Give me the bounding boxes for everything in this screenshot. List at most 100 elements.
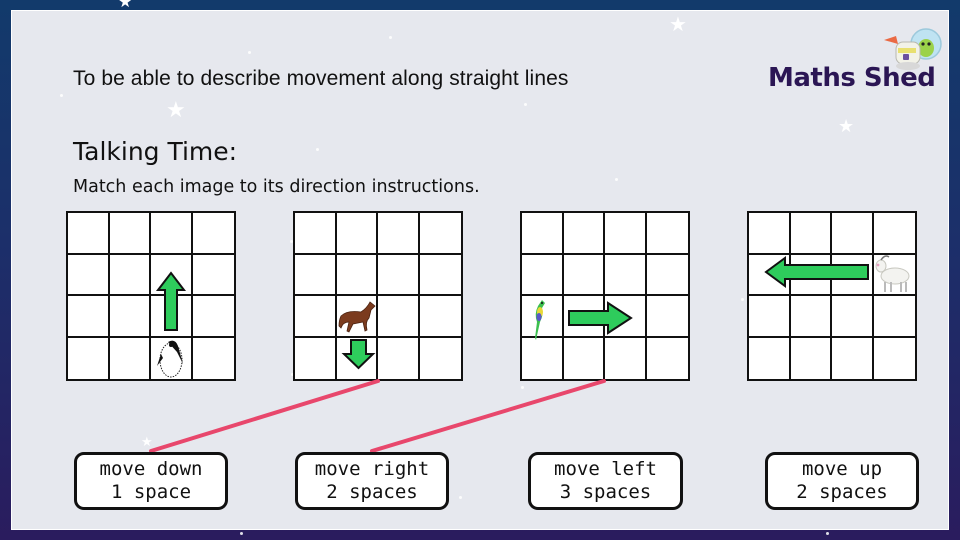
grid-cell: [378, 213, 420, 255]
goat-grid: [747, 211, 917, 381]
star-dot: [826, 532, 829, 535]
card-line-1: move up: [801, 458, 883, 480]
grid-cell: [646, 296, 688, 338]
grid-cell: [749, 213, 791, 255]
star-icon: ★: [166, 98, 186, 123]
grid-cell: [790, 254, 832, 296]
grid-cell: [419, 213, 461, 255]
grid-cell: [337, 337, 378, 379]
grid-cell: [605, 213, 647, 255]
card-line-2: 3 spaces: [559, 481, 652, 503]
grid-cell: [378, 296, 420, 338]
card-line-1: move right: [314, 458, 430, 480]
star-icon: ★: [118, 0, 133, 11]
grid-cell: [873, 255, 915, 296]
horse-grid: [293, 211, 463, 381]
grid-cell: [646, 255, 688, 296]
card-move-left-3[interactable]: move left 3 spaces: [528, 452, 683, 510]
grid-cell: [109, 213, 151, 255]
star-dot: [240, 532, 243, 535]
grid-cell: [419, 296, 461, 338]
grid-cell: [192, 296, 234, 338]
grid-cell: [873, 213, 915, 255]
star-dot: [389, 36, 392, 39]
grid-cell: [378, 337, 420, 379]
card-line-1: move down: [99, 458, 203, 480]
grid-cell: [336, 254, 378, 296]
grid-cell: [68, 296, 110, 338]
penguin-grid: [66, 211, 236, 381]
star-dot: [615, 178, 618, 181]
grid-cell: [420, 338, 462, 380]
grid-cell: [522, 213, 564, 255]
grid-cell: [295, 296, 337, 338]
grid-cell: [749, 254, 791, 296]
grid-cell: [68, 254, 110, 296]
grid-cell: [192, 213, 234, 255]
star-dot: [459, 496, 462, 499]
star-icon: ★: [669, 12, 687, 36]
grid-cell: [791, 337, 832, 379]
section-heading: Talking Time:: [73, 137, 238, 166]
grid-cell: [605, 337, 647, 379]
star-dot: [60, 94, 63, 97]
grid-cell: [646, 213, 688, 255]
star-dot: [521, 386, 524, 389]
star-dot: [316, 148, 319, 151]
grid-cell: [151, 213, 193, 255]
grid-cell: [647, 338, 689, 380]
grid-cell: [151, 254, 193, 296]
grid-cell: [563, 296, 605, 338]
grid-cell: [110, 337, 151, 379]
grid-cell: [563, 213, 605, 255]
grid-cell: [790, 296, 832, 338]
card-move-up-2[interactable]: move up 2 spaces: [765, 452, 919, 510]
grid-cell: [192, 255, 234, 296]
grid-cell: [378, 254, 420, 296]
grid-cell: [605, 254, 647, 296]
star-dot: [741, 298, 744, 301]
grid-cell: [749, 337, 791, 379]
star-dot: [248, 51, 251, 54]
card-line-2: 2 spaces: [796, 481, 888, 503]
grid-cell: [68, 337, 110, 379]
star-icon: ★: [838, 116, 855, 137]
grid-cell: [790, 213, 832, 255]
grid-cell: [522, 337, 564, 379]
grid-cell: [419, 255, 461, 296]
grid-cell: [749, 296, 791, 338]
parrot-grid: [520, 211, 690, 381]
star-icon: ★: [141, 435, 153, 450]
grid-cell: [109, 296, 151, 338]
grid-cell: [295, 337, 337, 379]
grid-cell: [295, 254, 337, 296]
grid-cell: [832, 337, 874, 379]
grid-cell: [874, 338, 916, 380]
grid-cell: [295, 213, 337, 255]
grid-cell: [151, 296, 193, 338]
grid-cell: [336, 213, 378, 255]
card-line-2: 1 space: [110, 481, 192, 503]
grid-cell: [336, 296, 378, 338]
grid-cell: [151, 337, 193, 379]
grid-cell: [832, 254, 874, 296]
grid-cell: [832, 296, 874, 338]
grid-cell: [193, 338, 235, 380]
grid-cell: [68, 213, 110, 255]
maths-shed-logo: Maths Shed: [768, 63, 936, 93]
card-line-2: 2 spaces: [326, 481, 418, 503]
card-line-1: move left: [554, 458, 657, 480]
task-instruction: Match each image to its direction instru…: [73, 177, 480, 197]
star-dot: [524, 103, 527, 106]
grid-cell: [564, 337, 605, 379]
learning-objective: To be able to describe movement along st…: [73, 67, 569, 90]
grid-cell: [522, 296, 564, 338]
grid-cell: [109, 254, 151, 296]
grid-cell: [873, 296, 915, 338]
grid-cell: [522, 254, 564, 296]
card-move-right-2[interactable]: move right 2 spaces: [295, 452, 449, 510]
card-move-down-1[interactable]: move down 1 space: [74, 452, 228, 510]
grid-cell: [605, 296, 647, 338]
grid-cell: [832, 213, 874, 255]
grid-cell: [563, 254, 605, 296]
